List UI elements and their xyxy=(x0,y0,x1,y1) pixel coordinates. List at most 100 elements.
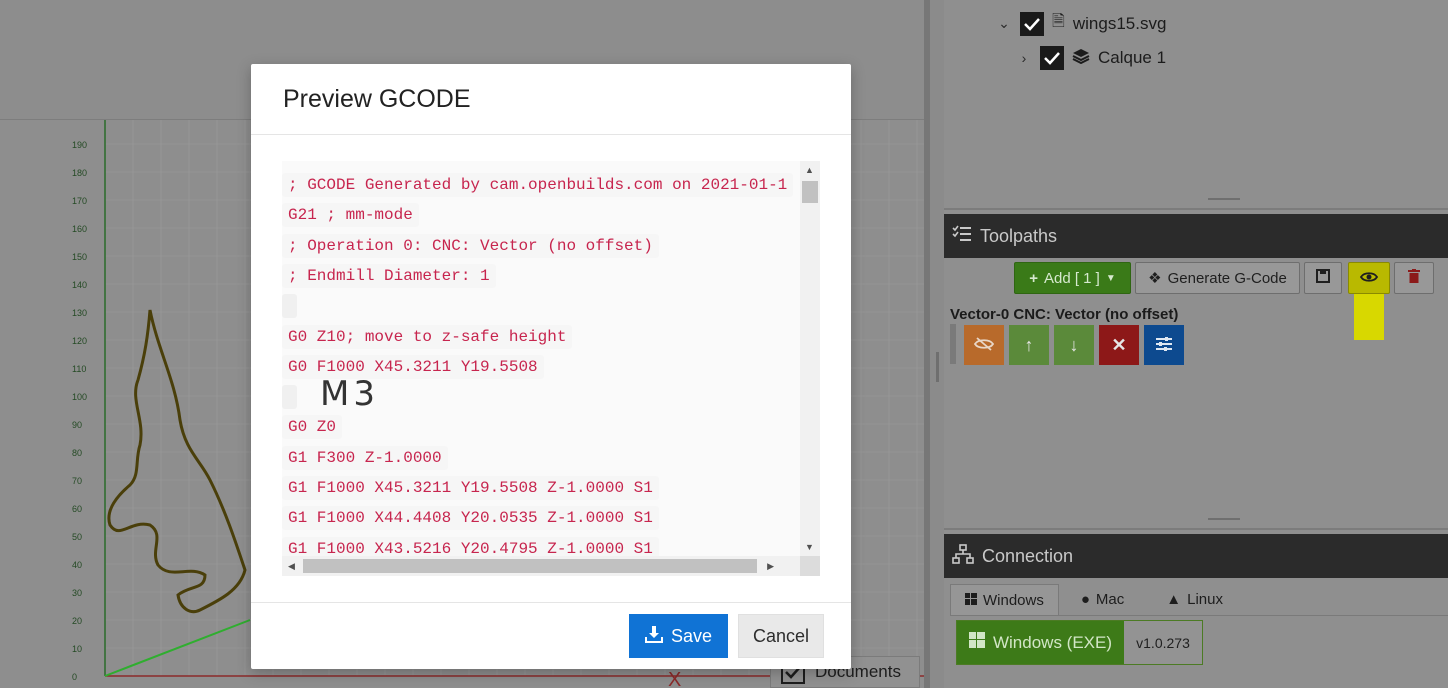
y-tick-label: 60 xyxy=(72,504,82,514)
y-tick-label: 70 xyxy=(72,476,82,486)
download-icon xyxy=(644,625,663,648)
cancel-button[interactable]: Cancel xyxy=(738,614,824,658)
toolpath-item-label: Vector-0 CNC: Vector (no offset) xyxy=(950,306,1179,323)
gcode-empty-line xyxy=(282,294,297,319)
y-tick-label: 90 xyxy=(72,420,82,430)
gcode-text: ; GCODE Generated by cam.openbuilds.com … xyxy=(282,173,794,197)
scroll-right-arrow[interactable]: ▶ xyxy=(767,561,774,572)
eye-icon xyxy=(1359,270,1379,287)
layer-checkbox[interactable] xyxy=(1040,46,1064,70)
tree-row-file[interactable]: ⌄ 🗎 wings15.svg xyxy=(996,10,1166,37)
x-axis-marker: X xyxy=(668,669,681,688)
gcode-text: G1 F300 Z-1.0000 xyxy=(282,445,448,470)
tab-mac[interactable]: ● Mac xyxy=(1067,584,1138,615)
gcode-empty-line xyxy=(282,385,297,410)
y-tick-label: 160 xyxy=(72,224,87,234)
y-tick-label: 100 xyxy=(72,392,87,402)
move-up-button[interactable]: ↑ xyxy=(1009,325,1049,365)
modal-footer: Save Cancel xyxy=(251,602,851,669)
download-group: Windows (EXE) v1.0.273 xyxy=(956,620,1203,665)
connection-title: Connection xyxy=(982,545,1074,566)
scroll-down-arrow[interactable]: ▼ xyxy=(805,542,814,552)
gcode-text: ; Operation 0: CNC: Vector (no offset) xyxy=(282,233,659,258)
gcode-text: G0 Z0 xyxy=(282,415,343,440)
gcode-line: G1 F1000 X45.3211 Y19.5508 Z-1.0000 S1 xyxy=(282,476,659,506)
gcode-line: G1 F300 Z-1.0000 xyxy=(282,445,448,476)
gcode-line: G0 Z0 xyxy=(282,415,343,445)
toolpaths-header: Toolpaths xyxy=(944,214,1448,258)
gcode-line xyxy=(282,294,297,324)
y-tick-label: 40 xyxy=(72,560,82,570)
hide-toolpath-button[interactable] xyxy=(964,325,1004,365)
list-check-icon xyxy=(952,225,972,248)
gcode-text: G1 F1000 X44.4408 Y20.0535 Z-1.0000 S1 xyxy=(282,506,659,531)
modal-title: Preview GCODE xyxy=(283,84,471,113)
modal-header: Preview GCODE xyxy=(251,64,851,135)
save-project-button[interactable] xyxy=(1304,262,1342,294)
y-tick-label: 140 xyxy=(72,280,87,290)
preview-gcode-button[interactable] xyxy=(1348,262,1390,294)
delete-all-button[interactable] xyxy=(1394,262,1434,294)
y-tick-label: 170 xyxy=(72,196,87,206)
y-tick-label: 30 xyxy=(72,588,82,598)
y-tick-label: 150 xyxy=(72,252,87,262)
arrow-up-icon: ↑ xyxy=(1024,334,1034,355)
vertical-scrollbar[interactable]: ▲ ▼ xyxy=(800,161,820,556)
cubes-icon: ❖ xyxy=(1148,270,1162,287)
gcode-preview[interactable]: ; GCODE Generated by cam.openbuilds.com … xyxy=(282,161,820,576)
download-windows-button[interactable]: Windows (EXE) xyxy=(957,621,1124,664)
remove-toolpath-button[interactable]: ✕ xyxy=(1099,325,1139,365)
file-icon: 🗎 xyxy=(1052,13,1065,30)
file-checkbox[interactable] xyxy=(1020,11,1044,36)
tab-linux-label: Linux xyxy=(1187,591,1223,608)
gcode-line xyxy=(282,385,297,415)
preview-gcode-modal: Preview GCODE ; GCODE Generated by cam.o… xyxy=(251,64,851,669)
y-tick-label: 190 xyxy=(72,140,87,150)
os-tabs: Windows ● Mac ▲ Linux xyxy=(950,584,1448,616)
tab-linux[interactable]: ▲ Linux xyxy=(1152,584,1237,615)
linux-icon: ▲ xyxy=(1166,591,1182,608)
generate-gcode-button[interactable]: ❖ Generate G-Code xyxy=(1135,262,1300,294)
tab-mac-label: Mac xyxy=(1095,591,1125,608)
vertical-scroll-thumb[interactable] xyxy=(802,181,818,203)
network-icon xyxy=(952,543,974,569)
panel-resize-grip[interactable] xyxy=(936,352,939,382)
y-tick-label: 0 xyxy=(72,672,77,682)
handwritten-note: M3 xyxy=(320,374,379,414)
tree-row-layer[interactable]: › Calque 1 xyxy=(1016,46,1166,70)
y-tick-label: 180 xyxy=(72,168,87,178)
horizontal-scrollbar[interactable]: ◀ ▶ xyxy=(282,556,800,576)
scroll-left-arrow[interactable]: ◀ xyxy=(288,561,295,572)
horizontal-scroll-thumb[interactable] xyxy=(303,559,757,573)
gcode-text: G1 F1000 X45.3211 Y19.5508 Z-1.0000 S1 xyxy=(282,476,659,500)
scroll-up-arrow[interactable]: ▲ xyxy=(805,165,814,175)
close-icon: ✕ xyxy=(1111,334,1127,355)
gcode-line: G0 Z10; move to z-safe height xyxy=(282,324,573,355)
apple-icon: ● xyxy=(1080,591,1090,608)
y-tick-label: 80 xyxy=(72,448,82,458)
wings-shape xyxy=(107,309,247,614)
add-toolpath-button[interactable]: + Add [ 1 ] ▼ xyxy=(1014,262,1131,294)
chevron-right-icon[interactable]: › xyxy=(1016,50,1032,66)
toolpath-item-handle[interactable] xyxy=(950,324,956,364)
resize-handle[interactable] xyxy=(1208,198,1240,200)
gcode-line: ; Operation 0: CNC: Vector (no offset) xyxy=(282,233,659,264)
y-tick-label: 120 xyxy=(72,336,87,346)
trash-icon xyxy=(1408,269,1420,287)
toolpath-settings-button[interactable] xyxy=(1144,325,1184,365)
scrollbar-corner xyxy=(800,556,820,576)
eye-slash-icon xyxy=(973,335,995,356)
gcode-text: G21 ; mm-mode xyxy=(282,203,419,228)
generate-gcode-label: Generate G-Code xyxy=(1167,269,1287,287)
gcode-text: G0 Z10; move to z-safe height xyxy=(282,324,573,349)
save-button[interactable]: Save xyxy=(629,614,728,658)
y-tick-label: 10 xyxy=(72,644,82,654)
panel-gutter xyxy=(930,0,944,688)
floppy-icon xyxy=(1316,269,1330,287)
save-label: Save xyxy=(670,625,713,646)
gcode-line: ; Endmill Diameter: 1 xyxy=(282,263,496,294)
chevron-down-icon[interactable]: ⌄ xyxy=(996,15,1012,32)
tab-windows[interactable]: Windows xyxy=(950,584,1059,615)
move-down-button[interactable]: ↓ xyxy=(1054,325,1094,365)
resize-handle-2[interactable] xyxy=(1208,518,1240,520)
